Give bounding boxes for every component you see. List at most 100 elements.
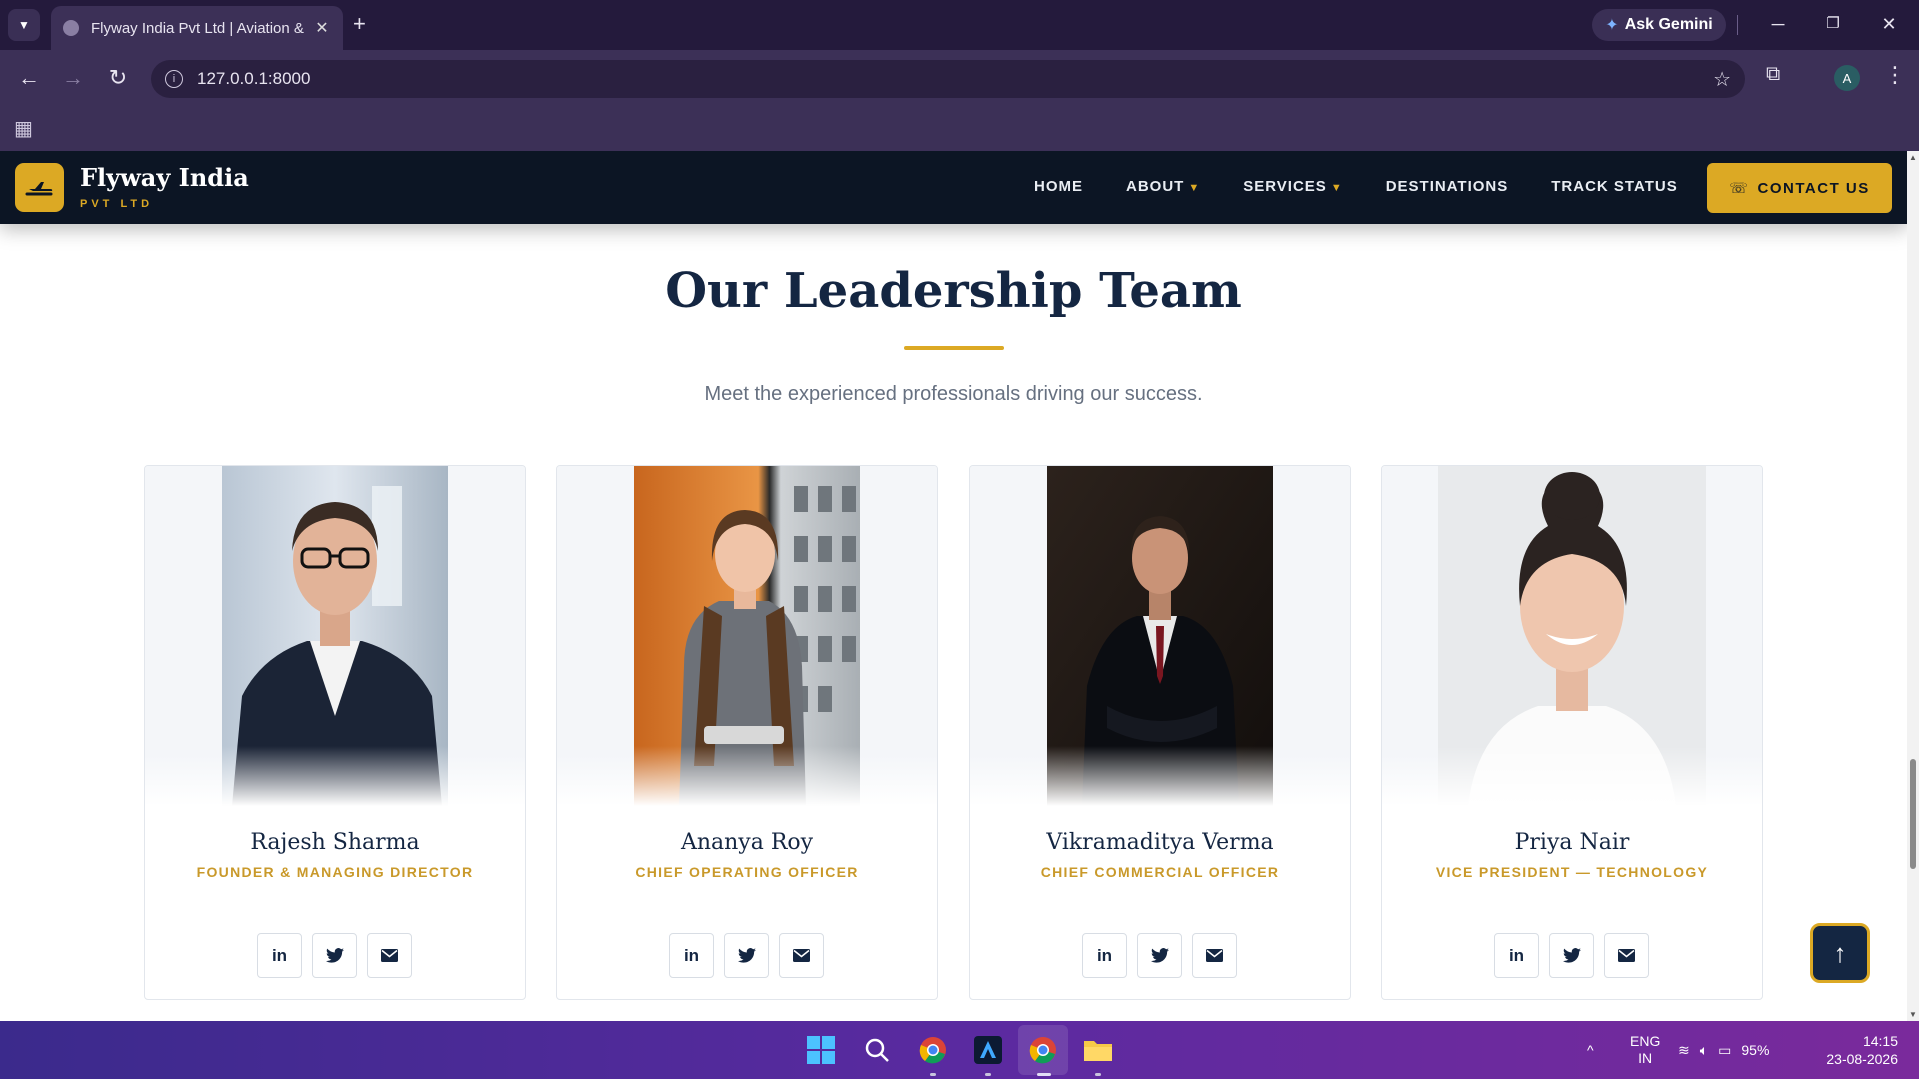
nav-destinations[interactable]: DESTINATIONS <box>1386 178 1509 195</box>
social-links: in <box>257 933 412 978</box>
team-member-name: Vikramaditya Verma <box>1046 830 1274 855</box>
social-links: in <box>1494 933 1649 978</box>
team-member-role: FOUNDER & MANAGING DIRECTOR <box>196 864 474 880</box>
app-launcher-icon[interactable] <box>971 1033 1005 1067</box>
linkedin-icon[interactable]: in <box>1494 933 1539 978</box>
bookmark-star-icon[interactable]: ☆ <box>1713 67 1731 92</box>
chrome-icon[interactable] <box>916 1033 950 1067</box>
team-card: Vikramaditya Verma CHIEF COMMERCIAL OFFI… <box>969 465 1351 1000</box>
browser-tab-bar: ▼ Flyway India Pvt Ltd | Aviation & ✕ + … <box>0 0 1919 50</box>
logo-plane-icon[interactable] <box>15 163 64 212</box>
linkedin-icon[interactable]: in <box>1082 933 1127 978</box>
profile-avatar[interactable]: A <box>1834 65 1860 91</box>
linkedin-icon[interactable]: in <box>257 933 302 978</box>
contact-us-button[interactable]: ☏ CONTACT US <box>1707 163 1892 213</box>
team-member-photo <box>1047 466 1273 806</box>
contact-us-label: CONTACT US <box>1757 179 1870 197</box>
tab-bar-divider <box>1737 15 1738 35</box>
wifi-icon: ≋ <box>1678 1041 1690 1058</box>
chevron-down-icon: ▼ <box>1330 182 1343 194</box>
team-card: Ananya Roy CHIEF OPERATING OFFICER in <box>556 465 938 1000</box>
brand-subtitle: PVT LTD <box>80 198 154 210</box>
windows-taskbar: ^ ENG IN ≋ 🔈︎ ▭ 95% 14:15 23-08-2026 <box>0 1021 1919 1079</box>
bookmarks-bar <box>0 108 1919 151</box>
team-member-name: Ananya Roy <box>680 830 814 855</box>
team-member-role: CHIEF COMMERCIAL OFFICER <box>1040 864 1280 880</box>
restore-icon[interactable]: ❐ <box>1818 10 1848 38</box>
volume-icon: 🔈︎ <box>1699 1041 1709 1058</box>
windows-start-icon[interactable] <box>804 1033 838 1067</box>
section-subtitle: Meet the experienced professionals drivi… <box>704 383 1203 405</box>
nav-services[interactable]: SERVICES ▼ <box>1243 178 1342 195</box>
team-member-role: CHIEF OPERATING OFFICER <box>635 864 859 880</box>
arrow-up-icon: ↑ <box>1833 937 1847 968</box>
team-member-role: VICE PRESIDENT — TECHNOLOGY <box>1435 864 1709 880</box>
clock-time: 14:15 <box>1862 1033 1898 1049</box>
ask-gemini-label: Ask Gemini <box>1624 16 1713 33</box>
twitter-icon[interactable] <box>724 933 769 978</box>
tab-search-chevron-icon[interactable]: ▼ <box>8 9 40 41</box>
heading-divider <box>904 346 1004 350</box>
extensions-puzzle-icon[interactable]: ⧉ <box>1766 63 1780 86</box>
social-links: in <box>1082 933 1237 978</box>
chrome-active-icon[interactable] <box>1026 1033 1060 1067</box>
back-to-top-button[interactable]: ↑ <box>1810 923 1870 983</box>
team-member-photo <box>222 466 448 806</box>
tray-overflow-chevron-icon[interactable]: ^ <box>1587 1021 1594 1079</box>
site-header: Flyway India PVT LTD HOME ABOUT ▼ SERVICE… <box>0 151 1907 224</box>
nav-track-status[interactable]: TRACK STATUS <box>1551 178 1677 195</box>
new-tab-button[interactable]: + <box>353 11 366 37</box>
scroll-up-icon[interactable]: ▲ <box>1909 153 1917 162</box>
scrollbar-thumb[interactable] <box>1910 759 1916 869</box>
gemini-sparkle-icon: ✦ <box>1605 17 1619 34</box>
twitter-icon[interactable] <box>1549 933 1594 978</box>
site-info-icon[interactable]: i <box>165 70 183 88</box>
twitter-icon[interactable] <box>312 933 357 978</box>
brand-name[interactable]: Flyway India <box>80 163 249 192</box>
nav-home[interactable]: HOME <box>1034 178 1083 195</box>
team-card: Priya Nair VICE PRESIDENT — TECHNOLOGY i… <box>1381 465 1763 1000</box>
linkedin-icon[interactable]: in <box>669 933 714 978</box>
email-icon[interactable] <box>779 933 824 978</box>
language-indicator[interactable]: ENG IN <box>1630 1021 1660 1079</box>
minimize-icon[interactable]: ─ <box>1763 10 1793 38</box>
email-icon[interactable] <box>367 933 412 978</box>
scroll-down-icon[interactable]: ▼ <box>1909 1010 1917 1019</box>
headset-icon: ☏ <box>1729 180 1750 197</box>
address-bar[interactable]: i 127.0.0.1:8000 ☆ <box>151 60 1745 98</box>
reload-icon[interactable]: ↻ <box>102 63 134 93</box>
apps-grid-icon[interactable]: ▦ <box>14 116 33 141</box>
nav-about[interactable]: ABOUT ▼ <box>1126 178 1200 195</box>
email-icon[interactable] <box>1192 933 1237 978</box>
main-navigation: HOME ABOUT ▼ SERVICES ▼ DESTINATIONS TRACK… <box>1034 178 1721 195</box>
globe-icon <box>63 20 79 36</box>
page-viewport: Flyway India PVT LTD HOME ABOUT ▼ SERVICE… <box>0 151 1919 1021</box>
browser-tab[interactable]: Flyway India Pvt Ltd | Aviation & ✕ <box>51 6 343 50</box>
clock[interactable]: 14:15 23-08-2026 <box>1818 1021 1898 1079</box>
battery-icon: ▭ <box>1718 1041 1732 1058</box>
browser-menu-icon[interactable]: ⋮ <box>1884 62 1906 88</box>
team-member-photo <box>634 466 860 806</box>
team-card: Rajesh Sharma FOUNDER & MANAGING DIRECTO… <box>144 465 526 1000</box>
email-icon[interactable] <box>1604 933 1649 978</box>
search-icon[interactable] <box>860 1033 894 1067</box>
forward-arrow-icon[interactable]: → <box>57 63 89 93</box>
chevron-down-icon: ▼ <box>1188 182 1201 194</box>
system-tray[interactable]: ≋ 🔈︎ ▭ 95% <box>1678 1021 1769 1079</box>
close-window-icon[interactable]: ✕ <box>1874 10 1904 38</box>
clock-date: 23-08-2026 <box>1826 1051 1898 1067</box>
team-member-name: Priya Nair <box>1514 830 1630 855</box>
tab-title: Flyway India Pvt Ltd | Aviation & <box>91 19 304 37</box>
team-member-name: Rajesh Sharma <box>250 830 420 855</box>
twitter-icon[interactable] <box>1137 933 1182 978</box>
browser-toolbar: ← → ↻ i 127.0.0.1:8000 ☆ <box>0 50 1919 108</box>
ask-gemini-button[interactable]: ✦ Ask Gemini <box>1592 9 1726 41</box>
file-explorer-icon[interactable] <box>1081 1033 1115 1067</box>
page-scrollbar[interactable]: ▲ ▼ <box>1907 151 1919 1021</box>
social-links: in <box>669 933 824 978</box>
url-text: 127.0.0.1:8000 <box>197 69 311 88</box>
team-member-photo <box>1438 466 1706 806</box>
back-arrow-icon[interactable]: ← <box>13 63 45 93</box>
tab-close-icon[interactable]: ✕ <box>313 18 331 38</box>
battery-percent: 95% <box>1741 1042 1770 1058</box>
